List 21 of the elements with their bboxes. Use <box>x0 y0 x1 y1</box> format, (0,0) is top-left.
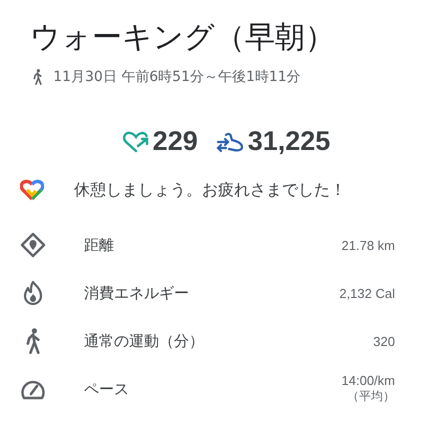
metric-value: 21.78 km <box>342 238 395 252</box>
activity-title: ウォーキング（早朝） <box>30 19 336 57</box>
metric-value: 14:00/km <box>342 373 395 388</box>
steps-icon <box>216 130 244 152</box>
message-text: 休憩しましょう。お疲れさまでした！ <box>74 180 346 200</box>
flame-icon <box>22 280 44 306</box>
steps-value: 31,225 <box>248 126 330 157</box>
heart-points-value: 229 <box>152 126 198 157</box>
metric-note: （平均） <box>347 388 395 405</box>
metric-label: 通常の運動（分） <box>84 332 205 350</box>
colorful-heart-icon <box>20 179 44 201</box>
walking-person-icon <box>32 69 44 85</box>
metric-value: 2,132 Cal <box>339 286 395 300</box>
location-diamond-icon <box>20 232 46 258</box>
walking-person-icon <box>24 328 42 354</box>
metric-value: 320 <box>373 334 395 348</box>
metric-label: 距離 <box>84 236 115 254</box>
metric-label: 消費エネルギー <box>84 284 190 302</box>
activity-time: 11月30日 午前6時51分～午後1時11分 <box>53 68 301 86</box>
metric-label: ペース <box>84 380 130 398</box>
heart-points-icon <box>122 130 149 152</box>
